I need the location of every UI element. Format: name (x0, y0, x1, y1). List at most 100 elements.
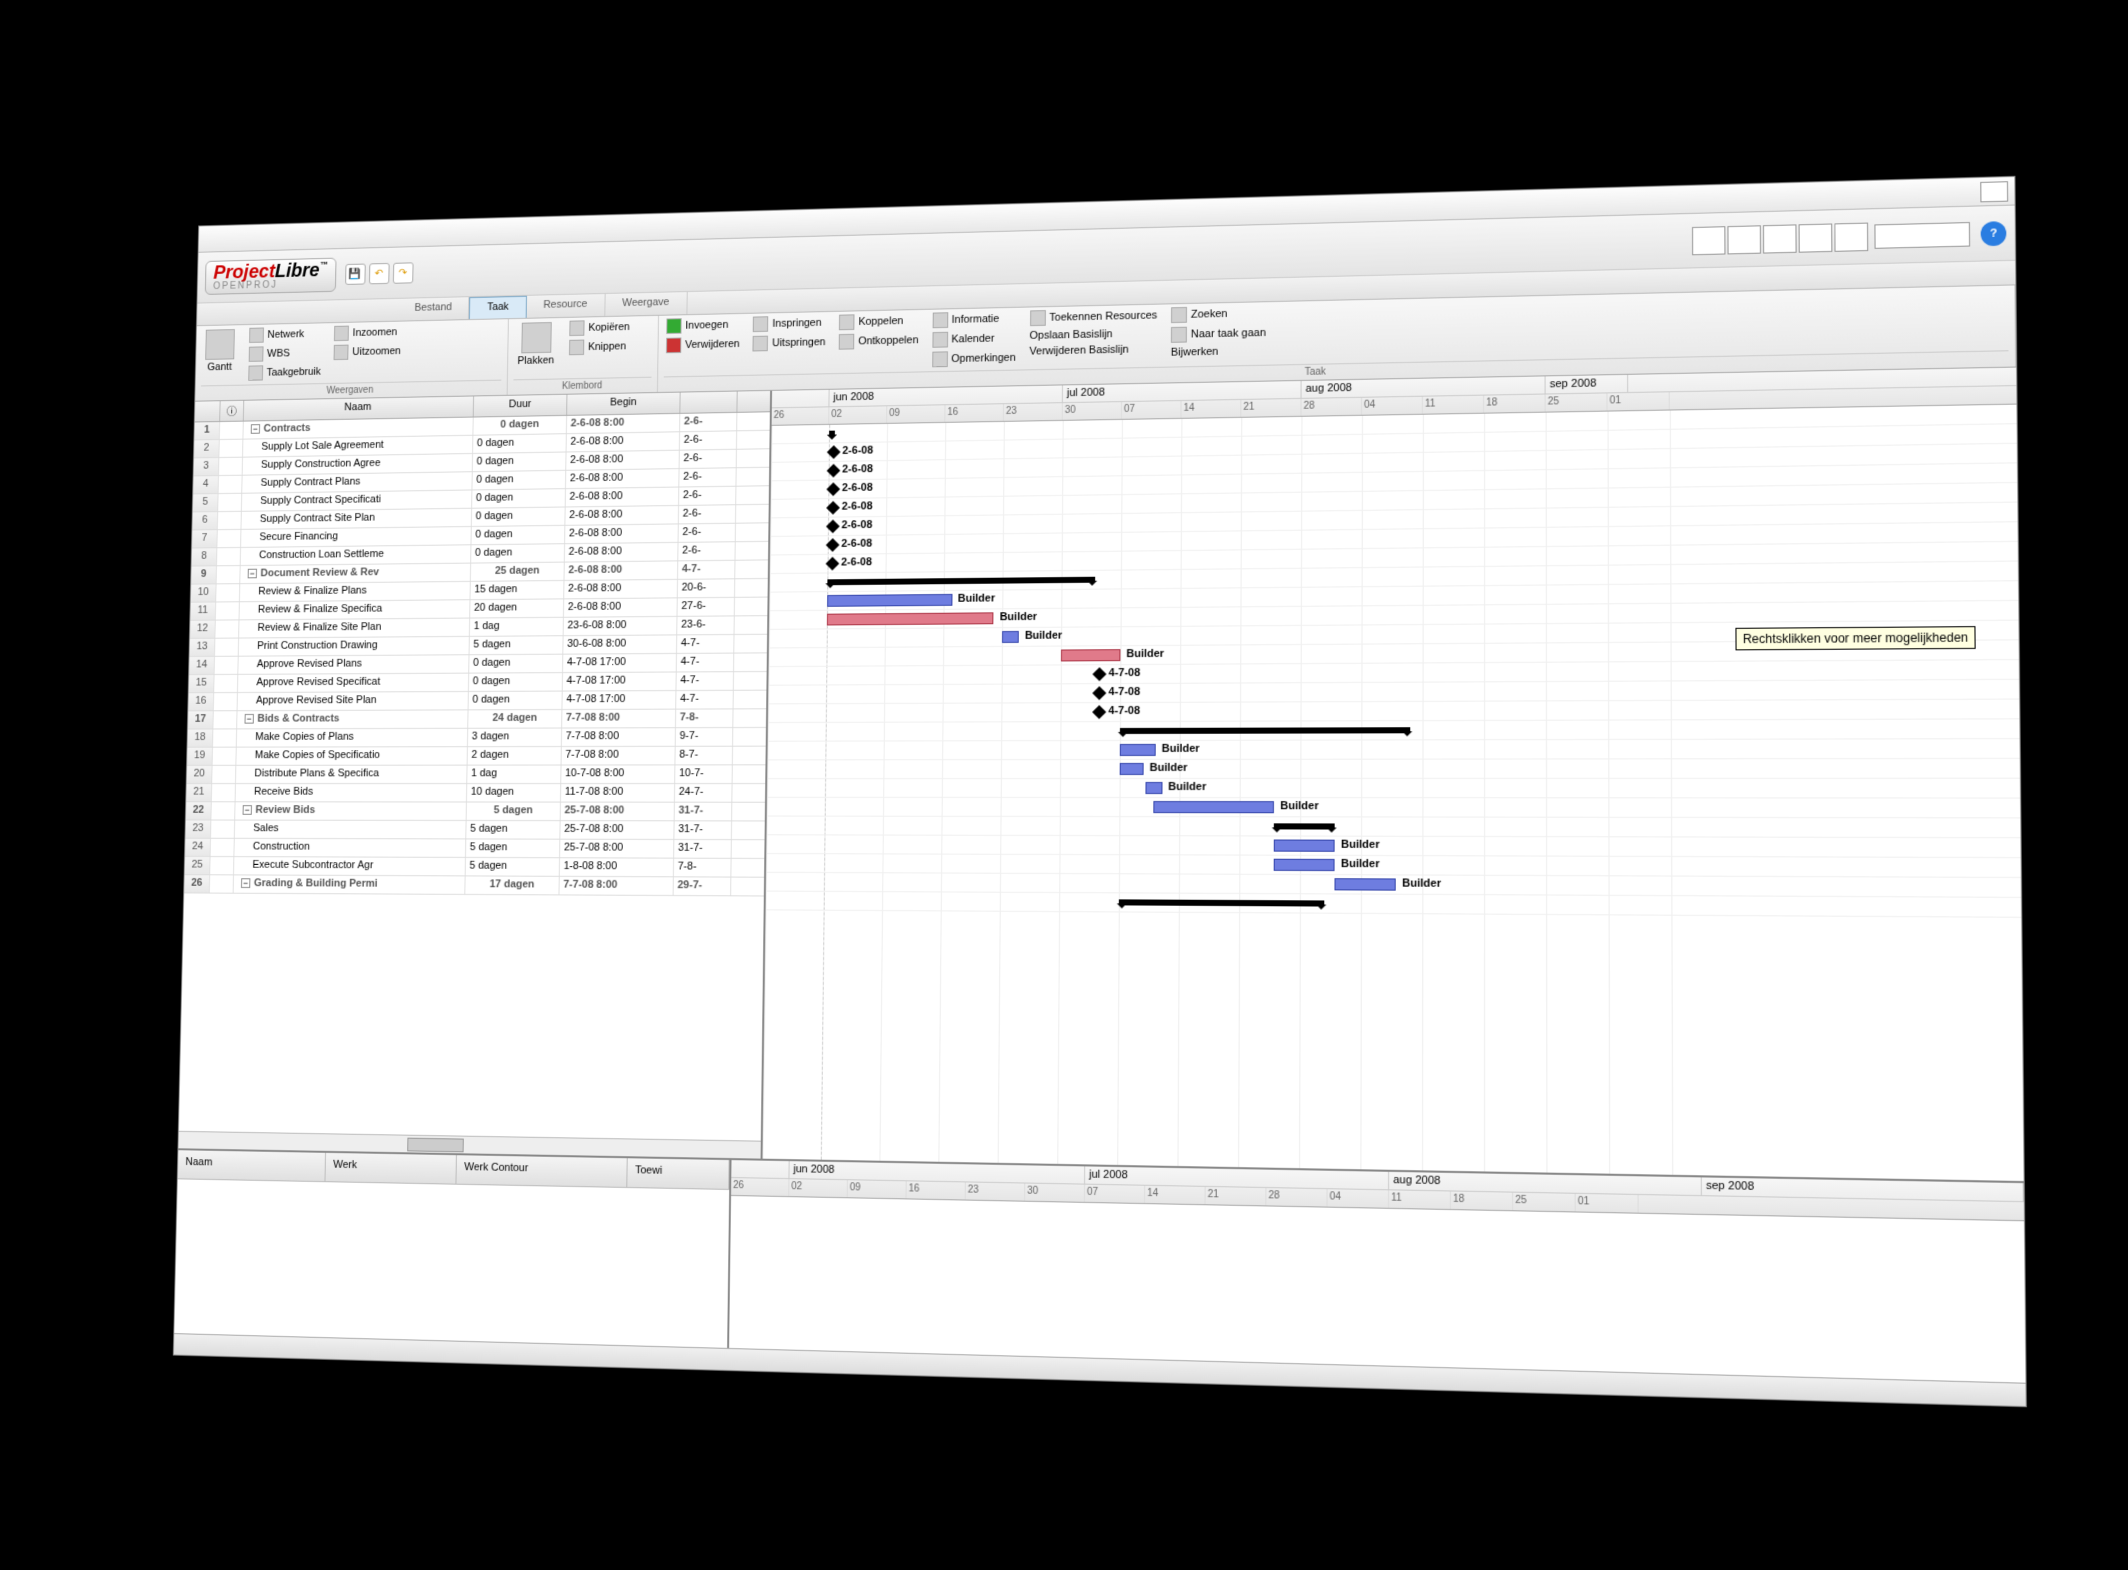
bcol-naam[interactable]: Naam (178, 1150, 326, 1181)
row-end-cell[interactable]: 4-7- (676, 672, 734, 690)
table-row[interactable]: 17−Bids & Contracts24 dagen7-7-08 8:007-… (188, 709, 766, 729)
chart-view-icon[interactable] (1692, 226, 1725, 255)
report-view-icon[interactable] (1834, 222, 1868, 251)
row-name-cell[interactable]: Review & Finalize Specifica (239, 600, 470, 619)
expand-icon[interactable]: − (251, 424, 260, 434)
row-duration-cell[interactable]: 0 dagen (473, 452, 567, 471)
table-row[interactable]: 23Sales5 dagen25-7-08 8:0031-7- (185, 820, 764, 840)
row-begin-cell[interactable]: 2-6-08 8:00 (566, 451, 680, 470)
bcol-werk-contour[interactable]: Werk Contour (456, 1155, 627, 1187)
info-button[interactable]: Informatie (930, 310, 1018, 330)
row-duration-cell[interactable]: 15 dagen (470, 581, 564, 599)
unlink-button[interactable]: Ontkoppelen (837, 331, 921, 350)
row-begin-cell[interactable]: 1-8-08 8:00 (560, 858, 674, 876)
row-duration-cell[interactable]: 0 dagen (469, 692, 563, 710)
row-begin-cell[interactable]: 2-6-08 8:00 (567, 432, 681, 451)
row-info-cell[interactable] (211, 839, 235, 856)
summary-bar[interactable] (827, 577, 1095, 585)
row-info-cell[interactable] (215, 639, 239, 656)
row-number[interactable]: 22 (186, 802, 212, 819)
taakgebruik-button[interactable]: Taakgebruik (246, 363, 322, 382)
assign-resources-button[interactable]: Toekennen Resources (1028, 307, 1160, 328)
milestone-diamond[interactable] (826, 538, 840, 552)
row-name-cell[interactable]: Approve Revised Site Plan (238, 692, 469, 710)
col-info[interactable]: ⓘ (220, 401, 244, 421)
row-info-cell[interactable] (217, 548, 241, 565)
col-end[interactable] (680, 391, 737, 412)
table-row[interactable]: 19Make Copies of Specificatio2 dagen7-7-… (187, 747, 766, 766)
row-end-cell[interactable]: 7-8- (674, 859, 732, 877)
row-name-cell[interactable]: Distribute Plans & Specifica (236, 766, 468, 783)
table-body[interactable]: 1−Contracts0 dagen2-6-08 8:002-6-2Supply… (179, 412, 770, 1140)
row-info-cell[interactable] (216, 584, 240, 601)
row-name-cell[interactable]: Construction (234, 839, 466, 857)
col-begin[interactable]: Begin (567, 393, 681, 415)
milestone-diamond[interactable] (826, 557, 840, 571)
row-duration-cell[interactable]: 5 dagen (470, 636, 564, 654)
row-name-cell[interactable]: −Bids & Contracts (237, 710, 468, 728)
gantt-row[interactable]: Builder (767, 739, 2019, 760)
redo-icon[interactable]: ↷ (393, 262, 414, 283)
row-end-cell[interactable]: 20-6- (678, 579, 735, 597)
table-row[interactable]: 16Approve Revised Site Plan0 dagen4-7-08… (188, 691, 766, 712)
row-begin-cell[interactable]: 2-6-08 8:00 (565, 524, 679, 543)
row-begin-cell[interactable]: 30-6-08 8:00 (563, 635, 677, 653)
row-info-cell[interactable] (212, 766, 236, 783)
expand-icon[interactable]: − (248, 569, 257, 579)
netwerk-button[interactable]: Netwerk (247, 325, 323, 344)
row-duration-cell[interactable]: 25 dagen (471, 563, 565, 581)
row-name-cell[interactable]: Supply Contract Specificati (242, 490, 473, 510)
row-end-cell[interactable]: 24-7- (675, 784, 733, 802)
task-bar[interactable] (1002, 631, 1019, 643)
row-number[interactable]: 12 (190, 621, 216, 638)
scroll-thumb[interactable] (407, 1138, 464, 1153)
gantt-body[interactable]: 2-6-082-6-082-6-082-6-082-6-082-6-082-6-… (763, 405, 2024, 1181)
milestone-diamond[interactable] (1093, 667, 1107, 681)
row-end-cell[interactable]: 10-7- (675, 765, 733, 783)
row-duration-cell[interactable]: 0 dagen (473, 416, 567, 435)
delete-baseline-button[interactable]: Verwijderen Basislijn (1027, 342, 1159, 358)
row-begin-cell[interactable]: 2-6-08 8:00 (566, 469, 680, 488)
row-duration-cell[interactable]: 3 dagen (468, 728, 562, 746)
row-end-cell[interactable]: 2-6- (679, 505, 736, 523)
paste-button[interactable]: Plakken (514, 320, 559, 369)
row-name-cell[interactable]: Review & Finalize Site Plan (239, 619, 470, 638)
gantt-button[interactable]: Gantt (201, 327, 238, 375)
row-number[interactable]: 7 (192, 530, 218, 547)
row-name-cell[interactable]: Sales (235, 821, 467, 839)
row-end-cell[interactable]: 9-7- (676, 728, 734, 746)
task-bar[interactable] (1154, 801, 1275, 813)
save-icon[interactable]: 💾 (345, 263, 366, 284)
task-bar[interactable] (1120, 763, 1144, 775)
row-duration-cell[interactable]: 1 dag (470, 618, 564, 636)
row-info-cell[interactable] (213, 711, 237, 728)
row-begin-cell[interactable]: 11-7-08 8:00 (561, 784, 675, 802)
row-number[interactable]: 26 (184, 875, 210, 892)
expand-icon[interactable]: − (241, 878, 250, 888)
row-end-cell[interactable]: 31-7- (675, 803, 733, 821)
row-number[interactable]: 23 (185, 820, 211, 837)
row-duration-cell[interactable]: 0 dagen (472, 507, 566, 526)
col-rownum[interactable] (195, 401, 221, 421)
summary-bar[interactable] (1274, 823, 1335, 829)
goto-task-button[interactable]: Naar taak gaan (1169, 324, 1268, 344)
task-bar[interactable] (827, 594, 952, 607)
row-name-cell[interactable]: Make Copies of Plans (237, 729, 468, 747)
row-info-cell[interactable] (214, 693, 238, 710)
row-begin-cell[interactable]: 25-7-08 8:00 (560, 821, 674, 839)
row-begin-cell[interactable]: 10-7-08 8:00 (561, 765, 675, 783)
row-info-cell[interactable] (211, 820, 235, 837)
expand-icon[interactable]: − (243, 805, 252, 815)
gantt-row[interactable] (768, 719, 2020, 741)
row-end-cell[interactable]: 2-6- (680, 413, 737, 431)
row-end-cell[interactable]: 29-7- (674, 877, 732, 895)
tab-resource[interactable]: Resource (526, 294, 605, 318)
milestone-diamond[interactable] (826, 482, 840, 496)
row-number[interactable]: 11 (190, 602, 216, 619)
save-baseline-button[interactable]: Opslaan Basislijn (1028, 326, 1160, 343)
row-duration-cell[interactable]: 0 dagen (469, 673, 563, 691)
row-number[interactable]: 8 (192, 548, 218, 565)
row-info-cell[interactable] (210, 875, 234, 892)
row-number[interactable]: 9 (191, 566, 217, 583)
table-row[interactable]: 20Distribute Plans & Specifica1 dag10-7-… (187, 765, 766, 784)
